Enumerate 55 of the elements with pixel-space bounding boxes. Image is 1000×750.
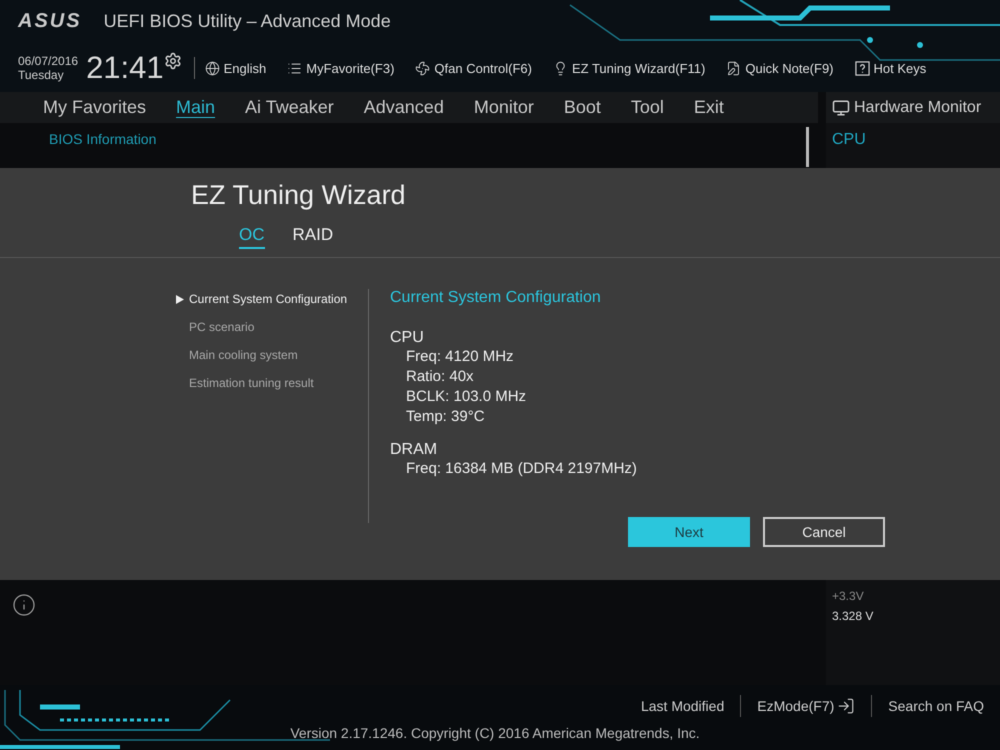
toolbar-button[interactable]: Hot Keys [854,60,926,76]
section-title: CPU [832,131,867,149]
toolbar-button[interactable]: English [204,60,266,76]
reading-label: +3.3V [832,589,865,603]
clock-time: 21:41 [86,50,164,86]
wizard-step[interactable]: Main cooling system [176,348,368,362]
date-text: 06/07/2016 [18,54,78,68]
menu-tab[interactable]: Exit [694,97,724,118]
menu-tab[interactable]: Monitor [474,97,534,118]
toolbar-button[interactable]: MyFavorite(F3) [287,60,394,76]
wizard-step[interactable]: PC scenario [176,320,368,334]
menu-tab[interactable]: My Favorites [43,97,146,118]
spec-line: Freq: 16384 MB (DDR4 2197MHz) [406,459,637,479]
help-icon [854,60,870,76]
panel-title: Hardware Monitor [854,98,982,116]
pointer-icon [176,294,184,304]
day-text: Tuesday [18,68,65,82]
dialog-button[interactable]: Cancel [763,517,885,547]
dialog-button[interactable]: Next [628,517,750,547]
menu-tab[interactable]: Ai Tweaker [245,97,334,118]
menu-tab[interactable]: Boot [564,97,601,118]
note-icon [726,60,742,76]
footer-link[interactable]: Last Modified [624,698,740,714]
exit-icon [837,696,856,714]
group-title: DRAM [390,441,438,459]
spec-line: BCLK: 103.0 MHz [406,387,528,407]
toolbar-button[interactable]: EZ Tuning Wizard(F11) [552,60,706,76]
fan-icon [415,60,430,76]
menu-tab[interactable]: Advanced [364,97,444,118]
globe-icon [204,60,220,76]
spec-line: Freq: 4120 MHz [406,347,515,367]
group-title: CPU [390,329,425,347]
spec-line: Ratio: 40x [406,367,475,387]
dialog-title: EZ Tuning Wizard [191,180,407,211]
toolbar-button[interactable]: Quick Note(F9) [726,60,834,76]
brand-logo: ASUS [18,10,82,33]
scrollbar[interactable] [806,127,809,167]
toolbar-button[interactable]: Qfan Control(F6) [415,60,532,76]
section-title: BIOS Information [49,131,156,147]
wizard-step[interactable]: Estimation tuning result [176,376,368,390]
dialog-tab[interactable]: OC [239,225,264,249]
footer-link[interactable]: EzMode(F7) [741,696,872,714]
detail-heading: Current System Configuration [390,289,602,307]
info-icon[interactable] [12,593,36,617]
wizard-step[interactable]: Current System Configuration [176,292,368,306]
menu-tab[interactable]: Tool [630,97,664,118]
footer-link[interactable]: Search on FAQ [872,698,1000,714]
version-text: Version 2.17.1246. Copyright (C) 2016 American Megatrends, Inc. [290,724,700,740]
reading-value: 3.328 V [832,609,874,623]
spec-line: Temp: 39°C [406,407,486,427]
dialog-tab[interactable]: RAID [292,225,334,249]
settings-icon[interactable] [164,52,182,70]
monitor-icon [832,98,850,116]
window-title: UEFI BIOS Utility – Advanced Mode [104,11,391,32]
menu-tab[interactable]: Main [176,97,216,118]
